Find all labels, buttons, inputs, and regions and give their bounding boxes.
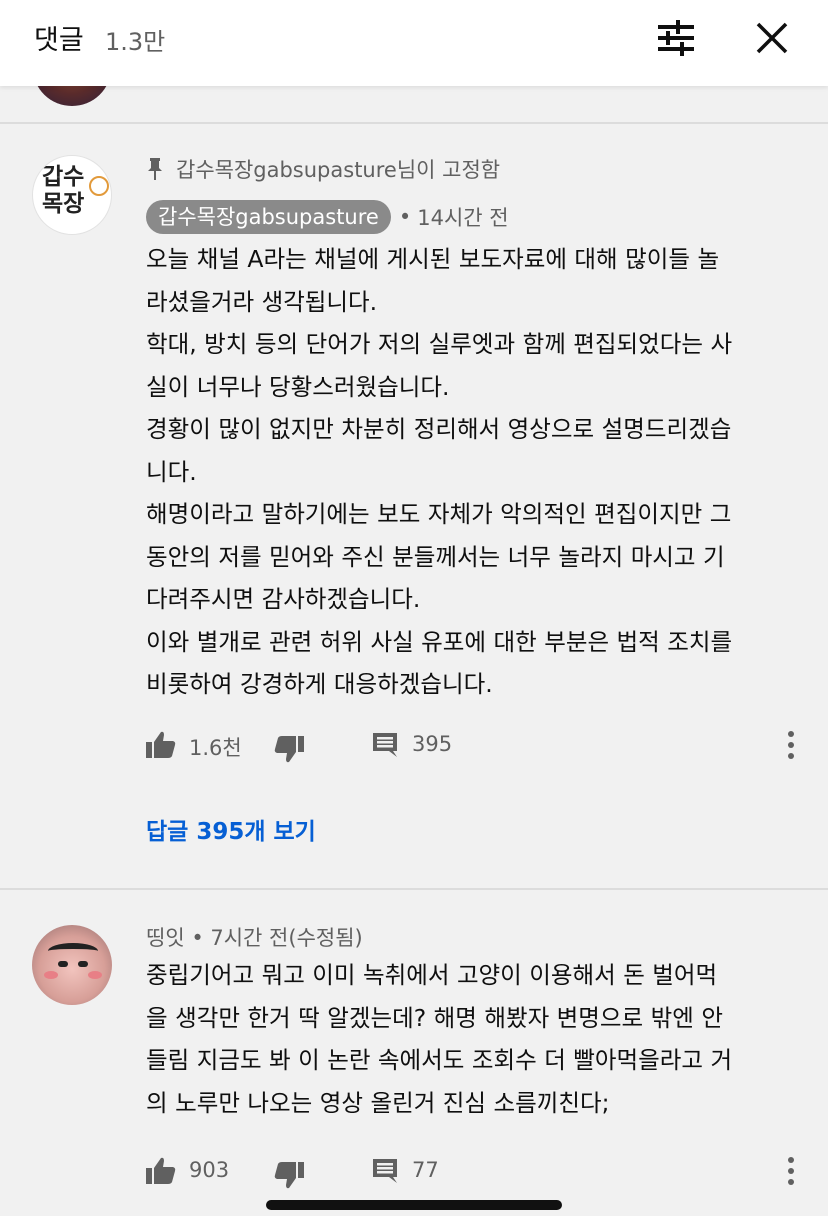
avatar-blush [88,971,102,979]
comment-line: 니다. [146,457,197,486]
user-avatar[interactable] [32,925,112,1005]
pin-icon [148,158,162,180]
comments-header: 댓글 1.3만 [0,0,828,86]
comment-actions: 903 77 [146,1152,806,1192]
avatar-eye [78,961,88,967]
thumb-down-icon[interactable] [274,734,304,764]
comment-icon[interactable] [372,1158,398,1184]
more-vert-icon[interactable] [786,1156,796,1186]
pinned-text: 갑수목장gabsupasture님이 고정함 [176,158,501,182]
comment-line: 비롯하여 강경하게 대응하겠습니다. [146,670,493,698]
comment-line: 실이 너무나 당황스러웠습니다. [146,372,450,401]
comment-line: 이와 별개로 관련 허위 사실 유포에 대한 부분은 법적 조치를 [146,627,733,656]
comment-icon[interactable] [372,732,398,758]
pinned-label: 갑수목장gabsupasture님이 고정함 [146,154,500,184]
comment-line: 해명이라고 말하기에는 보도 자체가 악의적인 편집이지만 그 [146,500,732,528]
tune-icon[interactable] [656,20,696,56]
comment-line: 들림 지금도 봐 이 논란 속에서도 조회수 더 빨아먹을라고 거 [146,1046,733,1074]
like-count: 903 [189,1158,230,1182]
close-icon[interactable] [754,20,790,56]
paw-icon [89,176,109,196]
comment-actions: 1.6천 395 [146,726,806,766]
comment-line: 중립기어고 뭐고 이미 녹취에서 고양이 이용해서 돈 벌어먹 [146,961,718,989]
comment-line: 을 생각만 한거 딱 알겠는데? 해명 해봤자 변명으로 밖엔 안 [146,1003,723,1032]
comment-time: 14시간 전 [417,206,509,230]
comment-line: 의 노루만 나오는 영상 올린거 진심 소름끼친다; [146,1088,610,1117]
thumb-up-icon[interactable] [146,1156,176,1186]
meta-separator: • [398,205,412,229]
avatar-blush [44,971,58,979]
comment-divider [0,888,828,890]
view-replies-link[interactable]: 답글 395개 보기 [146,812,316,846]
header-title: 댓글 [34,25,84,56]
comment-text: 중립기어고 뭐고 이미 녹취에서 고양이 이용해서 돈 벌어먹 을 생각만 한거… [146,954,806,1124]
reply-count: 77 [412,1158,439,1182]
comment-line: 라셨을거라 생각됩니다. [146,287,378,316]
comment-line: 학대, 방치 등의 단어가 저의 실루엣과 함께 편집되었다는 사 [146,330,733,358]
comment-meta: 갑수목장gabsupasture • 14시간 전 [146,200,509,234]
comment-author-meta[interactable]: 띵잇 • 7시간 전(수정됨) [146,922,363,954]
comment-line: 동안의 저를 믿어와 주신 분들께서는 너무 놀라지 마시고 기 [146,542,725,571]
comment-line: 다려주시면 감사하겠습니다. [146,585,421,613]
channel-logo-text: 갑수 목장 [42,164,85,217]
thumb-up-icon[interactable] [146,730,176,760]
reply-count: 395 [412,732,453,756]
comment-count: 1.3만 [105,28,166,56]
author-chip[interactable]: 갑수목장gabsupasture [146,200,391,234]
more-vert-icon[interactable] [786,730,796,760]
home-indicator[interactable] [266,1200,562,1210]
avatar-brow [48,943,98,959]
thumb-down-icon[interactable] [274,1160,304,1190]
comment-line: 오늘 채널 A라는 채널에 게시된 보도자료에 대해 많이들 놀 [146,245,720,273]
comment-line: 경황이 많이 없지만 차분히 정리해서 영상으로 설명드리겠습 [146,415,732,443]
comment-text: 오늘 채널 A라는 채널에 게시된 보도자료에 대해 많이들 놀 라셨을거라 생… [146,238,806,706]
channel-avatar[interactable]: 갑수 목장 [32,155,112,235]
avatar-eye [58,961,68,967]
like-count: 1.6천 [189,736,242,760]
comment-divider [0,122,828,124]
